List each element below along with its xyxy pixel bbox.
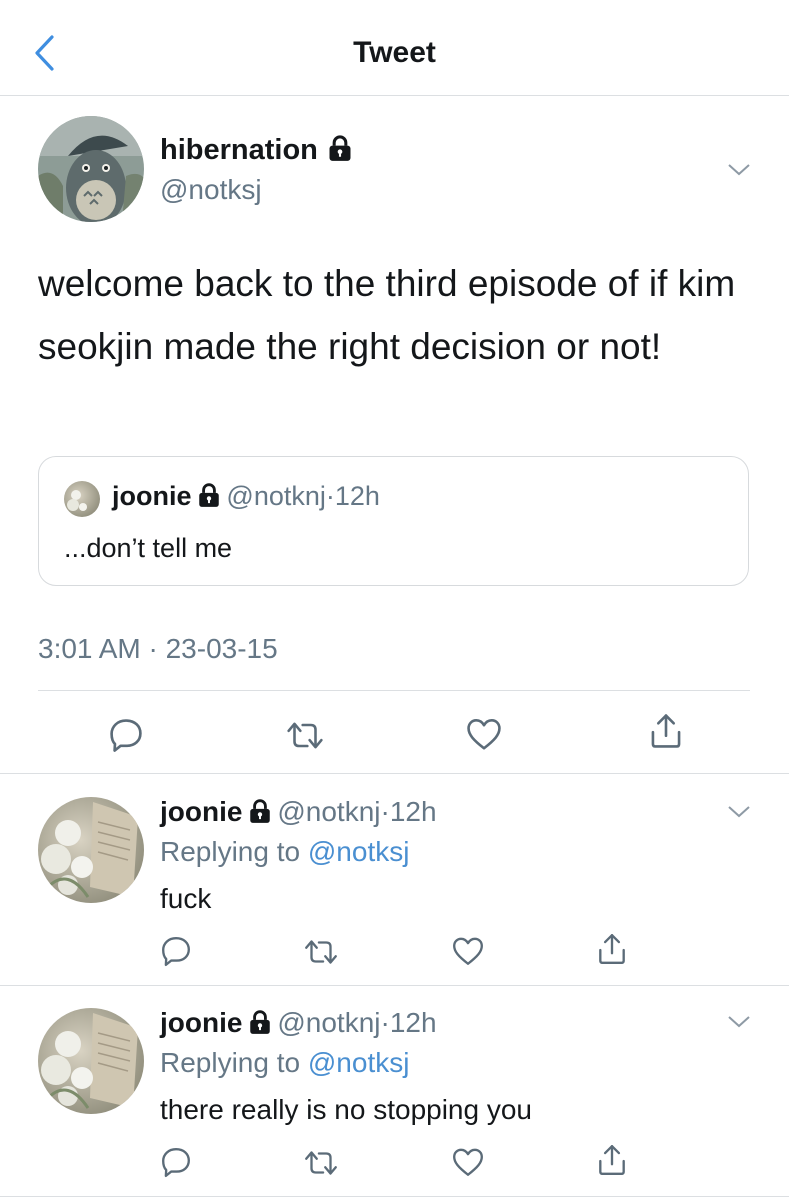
lock-icon xyxy=(196,482,222,508)
book-flowers-avatar-image xyxy=(64,481,100,517)
chevron-down-icon xyxy=(727,1015,751,1029)
reply-author-handle[interactable]: @notknj xyxy=(277,1007,380,1038)
heart-icon xyxy=(451,935,485,967)
comment-icon xyxy=(160,935,192,967)
like-button[interactable] xyxy=(465,716,503,752)
replying-to: Replying to @notksj xyxy=(160,836,409,868)
heart-icon xyxy=(451,1146,485,1178)
lock-icon xyxy=(326,134,354,162)
meta-separator: · xyxy=(380,796,390,827)
meta-separator: · xyxy=(380,1007,390,1038)
reply-button[interactable] xyxy=(108,717,144,753)
divider xyxy=(0,1196,789,1197)
retweet-icon xyxy=(302,1147,340,1179)
chevron-down-icon xyxy=(727,163,751,177)
book-flowers-avatar-image xyxy=(38,1008,144,1114)
chevron-down-icon xyxy=(727,805,751,819)
quoted-time: 12h xyxy=(334,481,380,511)
book-flowers-avatar-image xyxy=(38,797,144,903)
replying-to-label: Replying to xyxy=(160,836,308,867)
page-title: Tweet xyxy=(353,36,436,69)
quoted-avatar xyxy=(64,481,100,517)
share-icon xyxy=(596,932,628,966)
heart-icon xyxy=(465,716,503,752)
retweet-icon xyxy=(284,718,326,753)
lock-icon xyxy=(247,798,273,824)
reply-time: 12h xyxy=(389,1007,437,1038)
share-button[interactable] xyxy=(648,712,684,750)
share-button[interactable] xyxy=(596,1143,628,1177)
meta-separator: · xyxy=(325,481,335,511)
replying-to-link[interactable]: @notksj xyxy=(308,1047,410,1078)
more-options-button[interactable] xyxy=(727,1015,751,1029)
more-options-button[interactable] xyxy=(727,163,751,177)
quoted-author-handle: @notknj xyxy=(226,481,326,511)
share-icon xyxy=(596,1143,628,1177)
replying-to-link[interactable]: @notksj xyxy=(308,836,410,867)
replying-to: Replying to @notksj xyxy=(160,1047,409,1079)
more-options-button[interactable] xyxy=(727,805,751,819)
quoted-tweet[interactable] xyxy=(38,456,749,586)
share-button[interactable] xyxy=(596,932,628,966)
retweet-button[interactable] xyxy=(302,1147,340,1179)
reply-avatar[interactable] xyxy=(38,797,144,903)
comment-icon xyxy=(160,1146,192,1178)
retweet-button[interactable] xyxy=(302,936,340,968)
reply-author-name[interactable]: joonie xyxy=(160,1007,242,1038)
tweet-text: welcome back to the third episode of if … xyxy=(38,263,736,367)
quoted-header: joonie @notknj·12h xyxy=(112,481,380,512)
reply-time: 12h xyxy=(389,796,437,827)
reply-text: there really is no stopping you xyxy=(160,1094,532,1125)
totoro-avatar-image xyxy=(38,116,144,222)
quoted-author-name: joonie xyxy=(112,481,192,511)
retweet-button[interactable] xyxy=(284,718,326,753)
reply-header: joonie @notknj·12h xyxy=(160,796,437,828)
reply-avatar[interactable] xyxy=(38,1008,144,1114)
reply-button[interactable] xyxy=(160,935,192,967)
lock-icon xyxy=(247,1009,273,1035)
retweet-icon xyxy=(302,936,340,968)
comment-icon xyxy=(108,717,144,753)
like-button[interactable] xyxy=(451,1146,485,1178)
tweet-timestamp[interactable]: 3:01 AM · 23-03-15 xyxy=(38,633,278,665)
reply-text: fuck xyxy=(160,883,212,914)
like-button[interactable] xyxy=(451,935,485,967)
reply-header: joonie @notknj·12h xyxy=(160,1007,437,1039)
reply-button[interactable] xyxy=(160,1146,192,1178)
reply-author-name[interactable]: joonie xyxy=(160,796,242,827)
author-handle[interactable]: @notksj xyxy=(160,174,262,206)
quoted-text: ...don’t tell me xyxy=(64,533,233,563)
author-avatar[interactable] xyxy=(38,116,144,222)
reply-author-handle[interactable]: @notknj xyxy=(277,796,380,827)
share-icon xyxy=(648,712,684,750)
replying-to-label: Replying to xyxy=(160,1047,308,1078)
divider xyxy=(38,690,750,691)
author-name[interactable]: hibernation xyxy=(160,134,354,167)
